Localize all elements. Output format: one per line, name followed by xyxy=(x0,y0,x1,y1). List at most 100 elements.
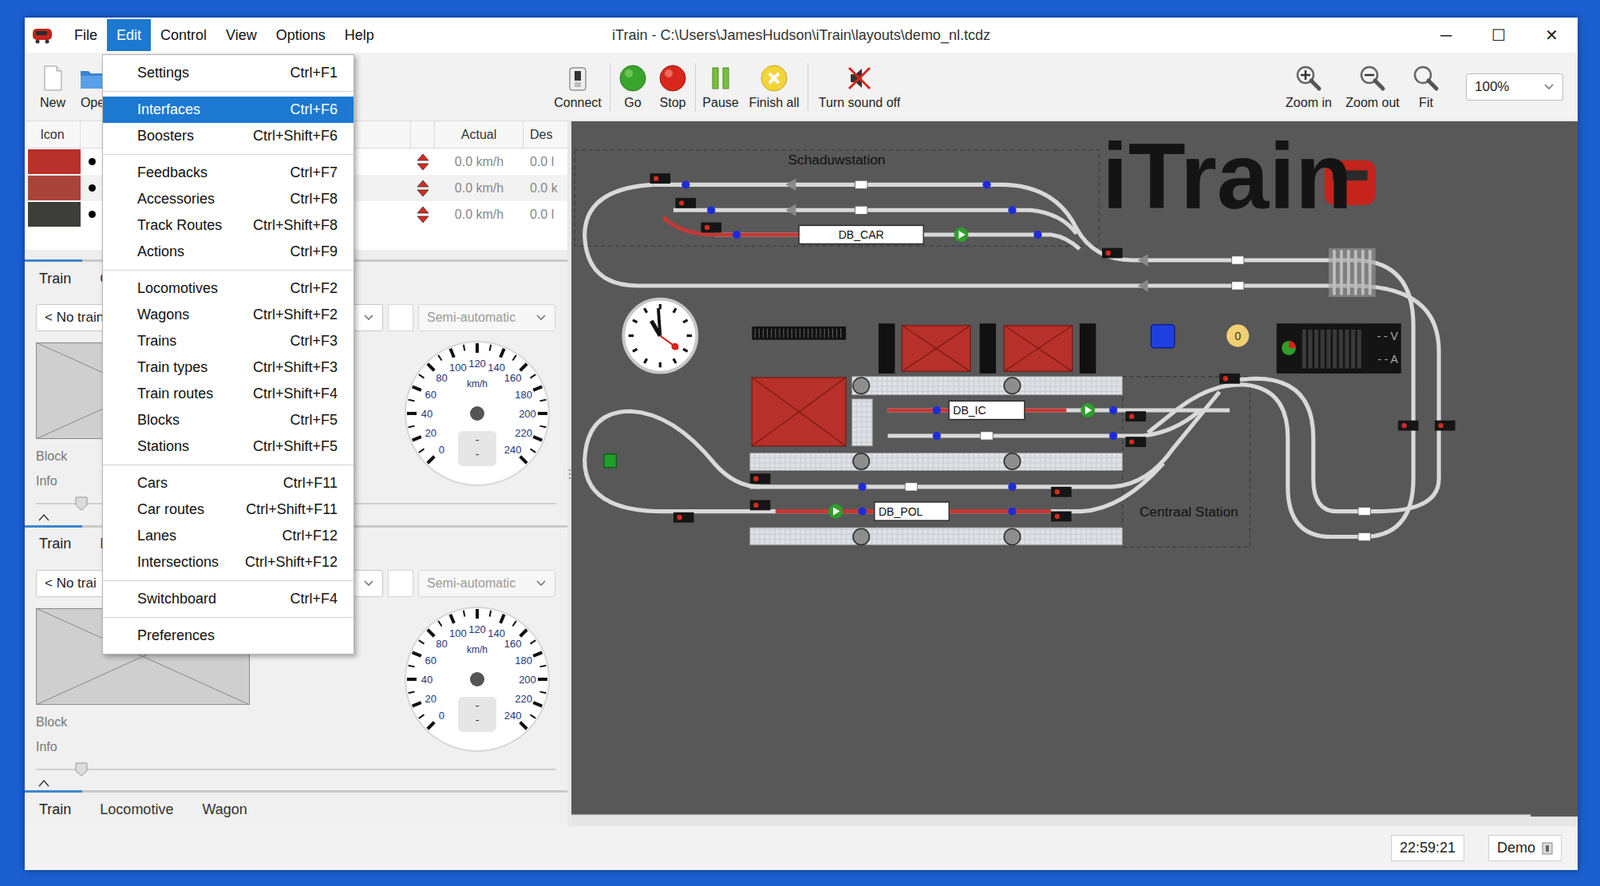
track[interactable] xyxy=(584,410,761,511)
slider-thumb-icon[interactable] xyxy=(74,495,89,512)
switch-marker[interactable] xyxy=(855,205,868,214)
block[interactable]: DB_IC xyxy=(948,400,1095,419)
feedback-sensor[interactable] xyxy=(707,205,716,214)
menu-item[interactable]: BoostersCtrl+Shift+F6 xyxy=(102,122,354,150)
signal[interactable] xyxy=(700,222,722,234)
zoom-in-button[interactable]: Zoom in xyxy=(1277,63,1340,111)
switch-marker[interactable] xyxy=(1358,506,1371,515)
speed-slider[interactable] xyxy=(35,761,557,778)
menu-item[interactable]: SettingsCtrl+F1 xyxy=(102,59,354,87)
layout-canvas[interactable]: SchaduwstationCentraal StationiTrainDB_C… xyxy=(571,121,1578,817)
feedback-sensor[interactable] xyxy=(1007,506,1016,515)
signal[interactable] xyxy=(649,173,671,184)
collapse-arrow-icon[interactable] xyxy=(37,778,51,787)
feedback-sensor[interactable] xyxy=(1007,205,1016,214)
menu-item[interactable]: StationsCtrl+Shift+F5 xyxy=(102,433,354,460)
menu-item[interactable]: Car routesCtrl+Shift+F11 xyxy=(102,496,354,523)
menu-item[interactable]: AccessoriesCtrl+F8 xyxy=(102,185,354,213)
track[interactable] xyxy=(584,184,1439,511)
mode-select[interactable]: Semi-automatic xyxy=(418,569,556,597)
collapse-arrow-icon[interactable] xyxy=(37,513,51,522)
feedback-sensor[interactable] xyxy=(1007,482,1016,491)
column-header[interactable]: Actual xyxy=(434,121,524,148)
signal[interactable] xyxy=(1102,248,1123,259)
block[interactable]: DB_CAR xyxy=(798,225,968,244)
switch-marker[interactable] xyxy=(980,431,993,440)
horizontal-scrollbar[interactable] xyxy=(571,813,1531,817)
panel-tab[interactable]: Train xyxy=(24,792,86,826)
feedback-sensor[interactable] xyxy=(732,230,741,239)
feedback-sensor[interactable] xyxy=(857,482,866,491)
stop-button[interactable]: Stop xyxy=(652,63,693,111)
direction-arrows-icon[interactable] xyxy=(410,204,435,226)
column-header[interactable]: Des xyxy=(523,121,568,148)
mode-select[interactable]: Semi-automatic xyxy=(418,304,556,332)
signal[interactable] xyxy=(1050,511,1072,522)
switch-marker[interactable] xyxy=(1358,532,1371,541)
signal[interactable] xyxy=(1398,420,1419,431)
direction-arrows-icon[interactable] xyxy=(410,151,435,173)
sound-button[interactable]: Turn sound off xyxy=(810,63,909,111)
menu-item[interactable]: Track RoutesCtrl+Shift+F8 xyxy=(102,212,354,239)
menu-item[interactable]: TrainsCtrl+F3 xyxy=(102,327,354,355)
menubar-item[interactable]: View xyxy=(216,19,267,52)
occupied-track[interactable] xyxy=(663,217,802,235)
zoom-out-button[interactable]: Zoom out xyxy=(1339,63,1406,111)
signal[interactable] xyxy=(675,197,696,209)
feedback-sensor[interactable] xyxy=(1033,230,1042,239)
menu-item[interactable]: SwitchboardCtrl+F4 xyxy=(102,585,354,613)
menubar-item[interactable]: File xyxy=(64,19,107,52)
menu-item[interactable]: LocomotivesCtrl+F2 xyxy=(102,275,354,302)
blue-button[interactable] xyxy=(1150,324,1174,348)
signal[interactable] xyxy=(1125,436,1146,447)
connect-button[interactable]: Connect xyxy=(548,63,608,111)
zoom-select[interactable]: 100% xyxy=(1465,73,1564,101)
window-control[interactable]: ─ xyxy=(1419,17,1473,53)
pause-button[interactable]: Pause xyxy=(698,63,743,111)
track[interactable] xyxy=(652,184,1414,537)
signal[interactable] xyxy=(750,473,771,484)
direction-arrows-icon[interactable] xyxy=(410,177,435,199)
menubar-item[interactable]: Control xyxy=(150,19,217,52)
signal[interactable] xyxy=(1125,410,1146,422)
feedback-sensor[interactable] xyxy=(681,180,690,189)
menu-item[interactable]: Train typesCtrl+Shift+F3 xyxy=(102,354,354,381)
panel-tab[interactable]: Wagon xyxy=(187,792,261,826)
menu-item[interactable]: CarsCtrl+F11 xyxy=(102,470,354,497)
window-control[interactable]: ☐ xyxy=(1472,17,1525,53)
menu-item[interactable]: WagonsCtrl+Shift+F2 xyxy=(102,301,354,328)
signal[interactable] xyxy=(1434,420,1456,431)
feedback-sensor[interactable] xyxy=(857,506,866,515)
go-button[interactable]: Go xyxy=(612,63,653,111)
menu-item[interactable]: ActionsCtrl+F9 xyxy=(102,238,354,265)
slider-thumb-icon[interactable] xyxy=(74,761,89,778)
signal[interactable] xyxy=(750,500,771,511)
menu-item[interactable]: InterfacesCtrl+F6 xyxy=(102,96,354,123)
track[interactable] xyxy=(887,410,1199,436)
train-color-box[interactable] xyxy=(387,569,414,597)
status-mode[interactable]: Demo xyxy=(1488,834,1562,862)
new-button[interactable]: New xyxy=(32,63,73,111)
switch-marker[interactable] xyxy=(1231,256,1244,265)
signal[interactable] xyxy=(673,512,695,523)
feedback-sensor[interactable] xyxy=(1109,431,1118,440)
switch-marker[interactable] xyxy=(855,180,868,189)
fit-button[interactable]: Fit xyxy=(1405,63,1447,111)
menu-item[interactable]: LanesCtrl+F12 xyxy=(102,522,354,550)
menu-item[interactable]: Train routesCtrl+Shift+F4 xyxy=(102,380,354,407)
train-color-box[interactable] xyxy=(387,304,414,332)
column-header[interactable]: Icon xyxy=(24,121,81,148)
block[interactable]: DB_POL xyxy=(828,501,949,521)
panel-tab[interactable]: Locomotive xyxy=(85,792,188,826)
menu-item[interactable]: FeedbacksCtrl+F7 xyxy=(102,159,354,186)
window-control[interactable]: ✕ xyxy=(1524,17,1578,53)
switch-marker[interactable] xyxy=(1231,281,1244,290)
menu-item[interactable]: Preferences xyxy=(102,622,354,649)
feedback-sensor[interactable] xyxy=(982,180,991,189)
switch-marker[interactable] xyxy=(904,482,917,491)
menubar-item[interactable]: Edit xyxy=(106,19,151,52)
menu-item[interactable]: BlocksCtrl+F5 xyxy=(102,406,354,434)
station[interactable]: Schaduwstation xyxy=(574,150,1099,246)
signal[interactable] xyxy=(1219,373,1241,384)
feedback-sensor[interactable] xyxy=(1109,406,1118,415)
